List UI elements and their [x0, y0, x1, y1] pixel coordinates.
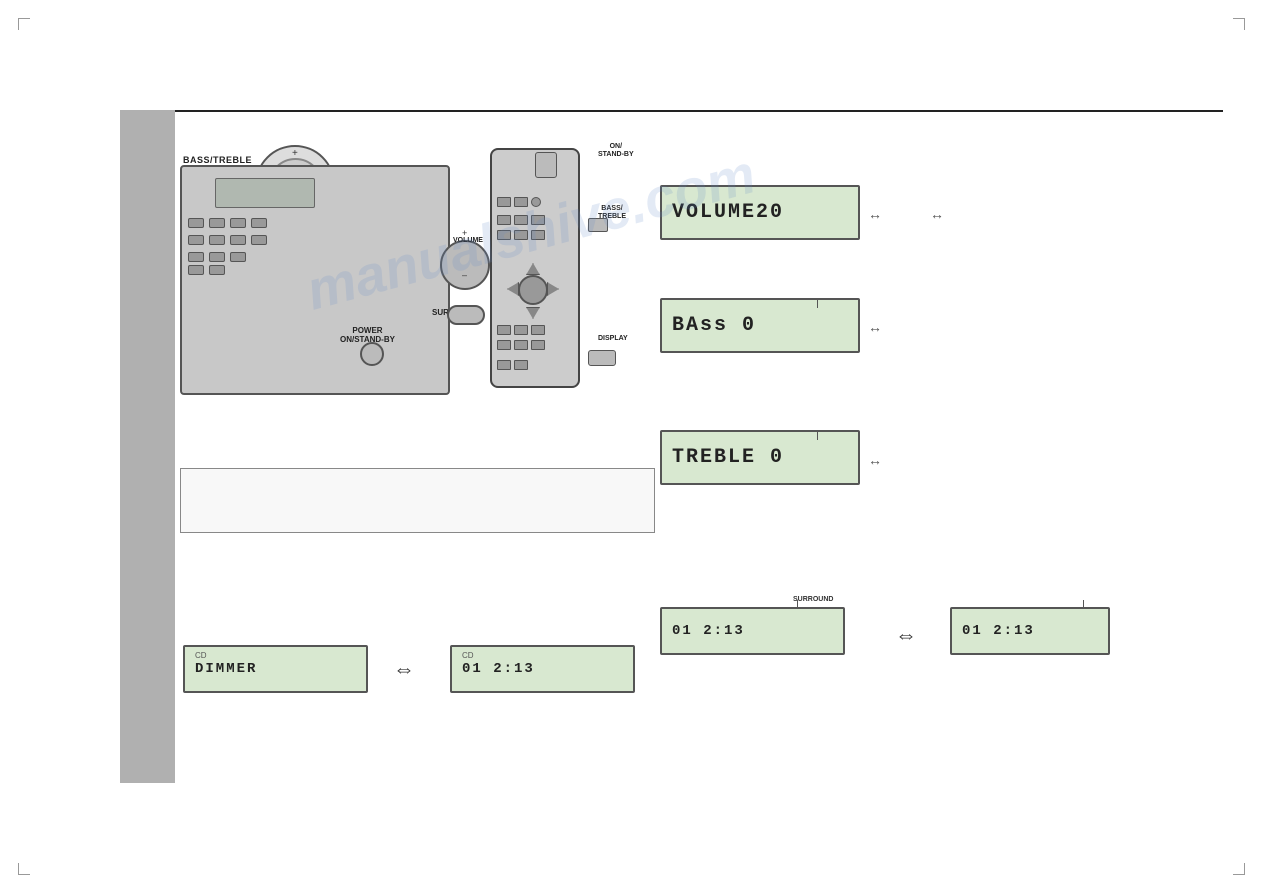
remote-vol-minus-icon: –: [462, 270, 467, 280]
remote-volume-knob[interactable]: [440, 240, 490, 290]
remote-btn-row-4: [497, 325, 545, 335]
device-controls-row-2: [188, 235, 267, 245]
power-label: POWERON/STAND-BY: [340, 326, 395, 344]
surround-tick: [797, 600, 798, 608]
sidebar-bar: [120, 110, 175, 783]
normal-display: 01 2:13: [950, 607, 1110, 655]
remote-btn[interactable]: [497, 197, 511, 207]
device-btn[interactable]: [209, 235, 225, 245]
treble-tick: [817, 430, 818, 440]
remote-btn[interactable]: [497, 230, 511, 240]
dimmer-cd-label: CD: [195, 651, 207, 660]
remote-nav-center[interactable]: [518, 275, 548, 305]
remote-btn[interactable]: [497, 325, 511, 335]
surround-display-text: 01 2:13: [672, 623, 745, 639]
dimmer-display-text: DIMMER: [195, 661, 257, 677]
treble-display-text: TREBLE 0: [672, 446, 784, 469]
remote-display-button[interactable]: [588, 350, 616, 366]
volume-display: VOLUME20: [660, 185, 860, 240]
device-controls-row-3: [188, 252, 246, 262]
device-btn[interactable]: [251, 235, 267, 245]
device-btn[interactable]: [209, 252, 225, 262]
note-box: [180, 468, 655, 533]
remote-btn[interactable]: [497, 360, 511, 370]
remote-btn[interactable]: [514, 197, 528, 207]
remote-vol-plus-icon: +: [462, 228, 467, 238]
device-btn[interactable]: [188, 252, 204, 262]
remote-btn[interactable]: [531, 340, 545, 350]
corner-mark-tr: [1233, 18, 1245, 30]
volume-arrow-right: ↔: [868, 206, 882, 222]
remote-volume-area: [440, 240, 490, 290]
top-rule-line: [175, 110, 1223, 112]
remote-btn[interactable]: [531, 215, 545, 225]
remote-btn[interactable]: [497, 340, 511, 350]
surround-display: 01 2:13: [660, 607, 845, 655]
remote-on-standby-button[interactable]: [535, 152, 557, 178]
remote-btn-row-3: [497, 230, 545, 240]
treble-display: TREBLE 0: [660, 430, 860, 485]
cd-track-cd-label: CD: [462, 651, 474, 660]
surround-button[interactable]: [447, 305, 485, 325]
device-btn[interactable]: [230, 235, 246, 245]
device-controls-row-4: [188, 265, 225, 275]
remote-btn[interactable]: [514, 340, 528, 350]
device-btn[interactable]: [188, 265, 204, 275]
remote-btn[interactable]: [497, 215, 511, 225]
remote-btn[interactable]: [514, 360, 528, 370]
remote-btn[interactable]: [514, 230, 528, 240]
cd-track-text: 01 2:13: [462, 661, 535, 677]
normal-tick: [1083, 600, 1084, 608]
device-btn[interactable]: [209, 218, 225, 228]
surround-double-arrow: ⇔: [895, 622, 917, 648]
corner-mark-tl: [18, 18, 30, 30]
device-btn[interactable]: [230, 218, 246, 228]
remote-btn-row-6: [497, 360, 528, 370]
remote-btn-row-5: [497, 340, 545, 350]
corner-mark-br: [1233, 863, 1245, 875]
remote-btn[interactable]: [531, 325, 545, 335]
remote-on-standby-label: ON/STAND-BY: [598, 143, 634, 158]
volume-arrow-right2: ↔: [930, 206, 944, 222]
volume-display-text: VOLUME20: [672, 201, 784, 224]
cd-track-display: CD 01 2:13: [450, 645, 635, 693]
remote-volume-label: VOLUME: [453, 237, 483, 244]
surround-display-label: SURROUND: [793, 596, 833, 603]
dimmer-double-arrow: ⇔: [393, 656, 415, 682]
bass-display-text: BAss 0: [672, 314, 756, 337]
bass-treble-label: BASS/TREBLE: [183, 155, 252, 165]
dimmer-display: CD DIMMER: [183, 645, 368, 693]
corner-mark-bl: [18, 863, 30, 875]
treble-arrow-right: ↔: [868, 452, 882, 468]
remote-bass-treble-button[interactable]: [588, 218, 608, 232]
bass-display: BAss 0: [660, 298, 860, 353]
remote-display-label: DISPLAY: [598, 335, 628, 343]
remote-btn[interactable]: [514, 215, 528, 225]
device-btn[interactable]: [251, 218, 267, 228]
normal-display-text: 01 2:13: [962, 623, 1035, 639]
device-btn[interactable]: [230, 252, 246, 262]
remote-btn-row-1: [497, 197, 541, 207]
device-btn[interactable]: [188, 218, 204, 228]
device-controls-row-1: [188, 218, 267, 228]
device-screen: [215, 178, 315, 208]
volume-plus-icon: +: [292, 148, 298, 159]
remote-btn[interactable]: [531, 230, 545, 240]
bass-tick: [817, 298, 818, 308]
remote-btn[interactable]: [531, 197, 541, 207]
device-btn[interactable]: [188, 235, 204, 245]
remote-btn[interactable]: [514, 325, 528, 335]
bass-arrow-right: ↔: [868, 319, 882, 335]
power-button[interactable]: [360, 342, 384, 366]
device-btn[interactable]: [209, 265, 225, 275]
remote-btn-row-2: [497, 215, 545, 225]
